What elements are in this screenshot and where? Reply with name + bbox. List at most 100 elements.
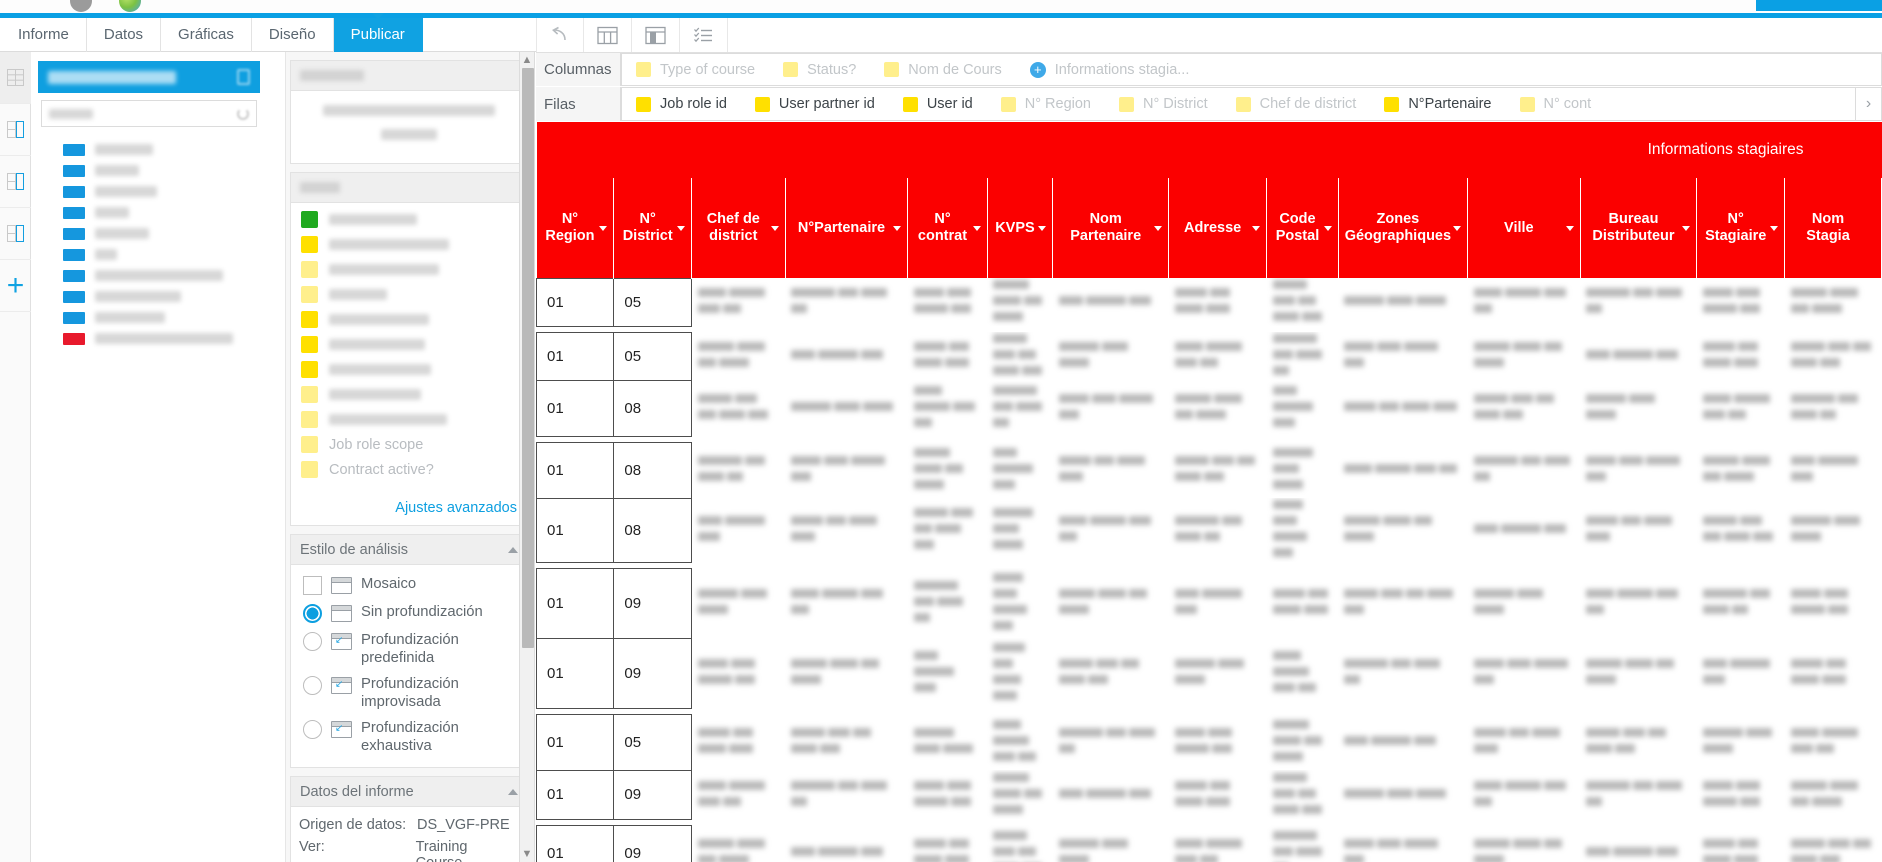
dimension-list-item[interactable] <box>31 286 285 307</box>
sort-caret-icon[interactable] <box>1453 226 1462 231</box>
dimension-list-item[interactable] <box>31 139 285 160</box>
table-row[interactable]: 01 05 <box>536 713 1882 771</box>
shelf-field-pill[interactable]: Nom de Cours <box>870 62 1015 78</box>
dimension-list-item[interactable] <box>31 160 285 181</box>
ribbon-tab-diseo[interactable]: Diseño <box>252 18 334 52</box>
ribbon-tab-informe[interactable]: Informe <box>0 18 87 52</box>
filter-item[interactable] <box>301 282 517 307</box>
analysis-style-radio[interactable] <box>303 720 322 739</box>
table-row[interactable]: 01 05 <box>536 331 1882 381</box>
filter-item[interactable] <box>301 332 517 357</box>
advanced-settings-link[interactable]: Ajustes avanzados <box>291 492 527 525</box>
rows-shelf-well[interactable]: Job role id User partner id User id N° Regi… <box>621 87 1882 121</box>
filters-card-header[interactable] <box>291 173 527 203</box>
shelf-field-pill[interactable]: N° District <box>1105 96 1222 112</box>
rail-item-layout-split-right-3[interactable] <box>0 208 31 260</box>
sort-caret-icon[interactable] <box>1323 226 1332 231</box>
analysis-style-option[interactable]: Profundización exhaustiva <box>299 715 517 759</box>
analysis-style-option[interactable]: Sin profundización <box>299 599 517 627</box>
analysis-style-option[interactable]: Profundización predefinida <box>299 627 517 671</box>
table-grid-button[interactable] <box>584 18 632 52</box>
plus-circle-icon[interactable]: + <box>1029 61 1046 78</box>
shelf-field-pill[interactable]: + Informations stagia... <box>1016 61 1204 78</box>
pivot-column-header[interactable]: N° Region <box>536 178 615 278</box>
scrollbar-thumb[interactable] <box>522 68 534 648</box>
pivot-column-header[interactable]: Nom Partenaire <box>1052 178 1170 278</box>
sort-caret-icon[interactable] <box>599 225 608 231</box>
ribbon-tab-datos[interactable]: Datos <box>87 18 162 52</box>
sort-caret-icon[interactable] <box>770 226 779 231</box>
pivot-column-header[interactable]: Ville <box>1467 178 1581 278</box>
shelf-field-pill[interactable]: Job role id <box>622 96 741 112</box>
sort-caret-icon[interactable] <box>676 225 685 231</box>
table-columns-button[interactable] <box>632 18 680 52</box>
filter-item[interactable] <box>301 232 517 257</box>
dimension-list-item[interactable] <box>31 223 285 244</box>
table-row[interactable]: 01 05 <box>536 277 1882 327</box>
pivot-column-header[interactable]: KVPS <box>987 178 1054 278</box>
shelf-field-pill[interactable]: N° cont <box>1506 96 1606 112</box>
dimension-panel-title[interactable] <box>38 61 260 93</box>
list-button[interactable] <box>680 18 728 52</box>
scroll-down-arrow-icon[interactable]: ▼ <box>520 846 534 862</box>
filter-item[interactable] <box>301 382 517 407</box>
refresh-icon[interactable] <box>237 107 249 120</box>
scroll-up-arrow-icon[interactable]: ▲ <box>520 52 534 68</box>
pivot-column-header[interactable]: N°Partenaire <box>785 178 909 278</box>
analysis-style-option[interactable]: Mosaico <box>299 571 517 599</box>
sort-caret-icon[interactable] <box>893 226 902 231</box>
undo-button[interactable] <box>536 18 584 52</box>
dimension-list-item[interactable] <box>31 202 285 223</box>
pivot-column-header[interactable]: Bureau Distributeur <box>1580 178 1698 278</box>
pivot-column-header[interactable]: Nom Stagia <box>1784 178 1882 278</box>
table-row[interactable]: 01 08 <box>536 441 1882 499</box>
shelf-field-pill[interactable]: Status? <box>769 62 870 78</box>
pivot-column-header[interactable]: Zones Géographiques <box>1338 178 1469 278</box>
rail-item-add-layout[interactable]: + <box>0 260 31 312</box>
selection-card-header[interactable] <box>291 61 527 91</box>
shelf-field-pill[interactable]: N°Partenaire <box>1370 96 1505 112</box>
sort-caret-icon[interactable] <box>1682 226 1691 231</box>
pivot-column-header[interactable]: Chef de district <box>691 178 786 278</box>
ribbon-tab-grficas[interactable]: Gráficas <box>161 18 252 52</box>
analysis-style-radio[interactable] <box>303 604 322 623</box>
shelf-field-pill[interactable]: User partner id <box>741 96 889 112</box>
pivot-column-header[interactable]: N° contrat <box>907 178 988 278</box>
shelf-field-pill[interactable]: N° Region <box>987 96 1105 112</box>
pivot-column-header[interactable]: N° Stagiaire <box>1696 178 1786 278</box>
table-row[interactable]: 01 08 <box>536 497 1882 563</box>
rows-shelf-more-button[interactable]: › <box>1855 88 1881 120</box>
pivot-table-container[interactable]: Informations stagiaires N° Region N° Dist… <box>536 122 1882 862</box>
dimension-list-item[interactable] <box>31 265 285 286</box>
dimension-list-item[interactable] <box>31 307 285 328</box>
pivot-column-header[interactable]: N° District <box>613 178 692 278</box>
filter-item[interactable] <box>301 207 517 232</box>
analysis-style-header[interactable]: Estilo de análisis <box>291 535 527 565</box>
analysis-style-radio[interactable] <box>303 632 322 651</box>
sort-caret-icon[interactable] <box>1154 226 1163 231</box>
settings-panel-scrollbar[interactable]: ▲ ▼ <box>519 52 535 862</box>
table-row[interactable]: 01 08 <box>536 379 1882 437</box>
filter-item[interactable] <box>301 357 517 382</box>
rail-item-layout-split-right-1[interactable] <box>0 104 31 156</box>
sort-caret-icon[interactable] <box>1252 226 1261 231</box>
filter-item[interactable] <box>301 257 517 282</box>
report-data-header[interactable]: Datos del informe <box>291 777 527 807</box>
chevron-up-icon[interactable] <box>508 546 518 553</box>
columns-shelf-well[interactable]: Type of course Status? Nom de Cours + Inform… <box>621 53 1882 86</box>
ribbon-tab-publicar[interactable]: Publicar <box>333 13 423 52</box>
shelf-field-pill[interactable]: User id <box>889 96 987 112</box>
shelf-field-pill[interactable]: Chef de district <box>1222 96 1371 112</box>
dimension-list-item[interactable] <box>31 328 285 349</box>
analysis-style-radio[interactable] <box>303 676 322 695</box>
shelf-field-pill[interactable]: Type of course <box>622 62 769 78</box>
dimension-search-input[interactable] <box>41 100 257 127</box>
sort-caret-icon[interactable] <box>1770 226 1779 231</box>
filter-item[interactable]: Job role scope <box>301 432 517 457</box>
filter-item[interactable] <box>301 407 517 432</box>
rail-item-layout-grid-4[interactable] <box>0 52 31 104</box>
analysis-style-option[interactable]: Profundización improvisada <box>299 671 517 715</box>
dimension-list-item[interactable] <box>31 181 285 202</box>
table-row[interactable]: 01 09 <box>536 824 1882 862</box>
sort-caret-icon[interactable] <box>972 226 981 231</box>
